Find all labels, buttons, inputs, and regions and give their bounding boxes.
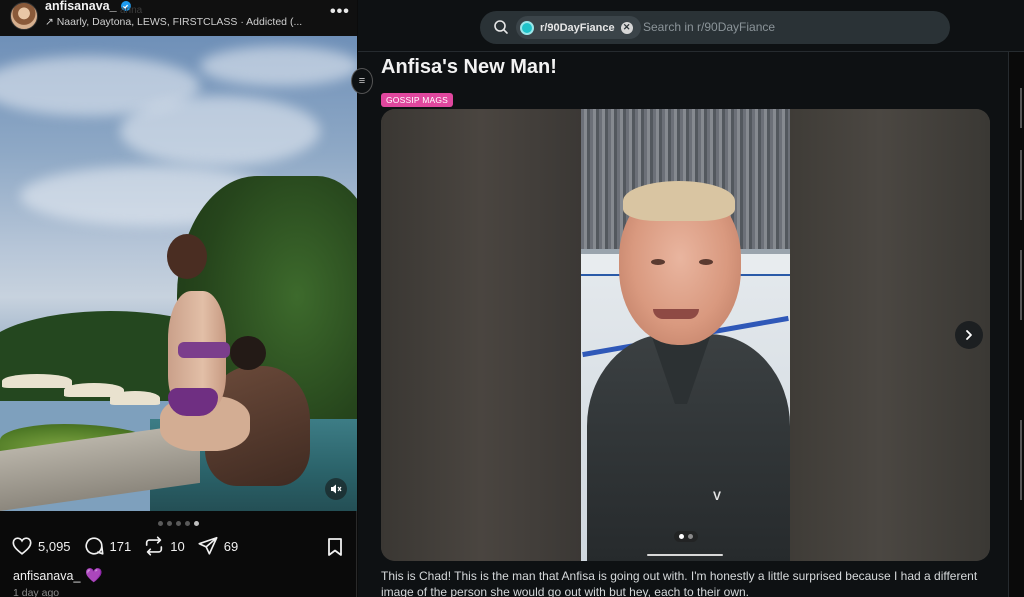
carousel-dot xyxy=(176,521,181,526)
username[interactable]: anfisanava_ xyxy=(45,0,117,13)
carousel-dot-active xyxy=(194,521,199,526)
blurred-background-left xyxy=(381,109,581,561)
purple-heart-emoji: 💜 xyxy=(85,567,103,583)
image-gallery[interactable]: V xyxy=(381,109,990,561)
post-photo[interactable] xyxy=(0,36,357,511)
comment-button[interactable]: 171 xyxy=(83,535,132,557)
threads-post-panel: anfisanava_ arina ↗ Naarly, Daytona, LEW… xyxy=(0,0,357,597)
community-name: r/90DayFiance xyxy=(540,21,615,34)
action-bar: 5,095 171 10 69 xyxy=(11,535,250,557)
chevron-right-icon xyxy=(966,330,972,340)
carousel-indicator xyxy=(158,521,199,526)
carousel-dot xyxy=(185,521,190,526)
ghost-text: arina xyxy=(120,5,143,16)
search-input[interactable]: Search in r/90DayFiance xyxy=(643,20,775,34)
close-icon[interactable]: ✕ xyxy=(620,21,633,34)
gallery-dot-active xyxy=(679,534,684,539)
music-text: Naarly, Daytona, LEWS, FIRSTCLASS · Addi… xyxy=(56,16,303,28)
reddit-post-panel: r/90DayFiance ✕ Search in r/90DayFiance … xyxy=(351,0,1024,597)
share-count: 69 xyxy=(223,538,239,554)
arrow-up-right-icon: ↗ xyxy=(45,16,57,28)
username-row[interactable]: anfisanava_ xyxy=(45,0,131,13)
carousel-dot xyxy=(158,521,163,526)
edge-mark xyxy=(1020,250,1022,320)
caption: anfisanava_ 💜 xyxy=(13,567,103,584)
mute-icon[interactable] xyxy=(325,478,347,500)
search-icon xyxy=(494,20,508,34)
timestamp: 1 day ago xyxy=(13,587,60,597)
post-body: This is Chad! This is the man that Anfis… xyxy=(381,569,978,597)
carousel-dot xyxy=(167,521,172,526)
more-options-button[interactable]: ••• xyxy=(330,3,350,21)
bookmark-icon[interactable] xyxy=(325,537,345,557)
edge-mark xyxy=(1020,150,1022,220)
send-icon xyxy=(198,536,218,555)
community-chip[interactable]: r/90DayFiance ✕ xyxy=(516,16,641,39)
gallery-indicator xyxy=(674,531,698,542)
post-header: anfisanava_ arina ↗ Naarly, Daytona, LEW… xyxy=(0,0,357,36)
like-button[interactable]: 5,095 xyxy=(11,535,71,557)
edge-mark xyxy=(1020,88,1022,128)
repost-button[interactable]: 10 xyxy=(143,535,185,557)
music-attribution[interactable]: ↗ Naarly, Daytona, LEWS, FIRSTCLASS · Ad… xyxy=(45,16,302,28)
post-flair[interactable]: GOSSIP MAGS xyxy=(381,93,454,107)
next-image-button[interactable] xyxy=(955,321,983,349)
caption-username[interactable]: anfisanava_ xyxy=(13,569,80,583)
avatar[interactable] xyxy=(10,2,38,30)
right-sidebar-edge xyxy=(1008,52,1024,597)
menu-icon[interactable]: ≡ xyxy=(351,68,373,94)
gallery-dot xyxy=(688,534,693,539)
community-avatar-icon xyxy=(520,20,534,35)
top-bar: r/90DayFiance ✕ Search in r/90DayFiance xyxy=(358,0,1024,52)
gallery-scrubber xyxy=(647,554,723,556)
like-count: 5,095 xyxy=(38,538,71,554)
search-bar[interactable]: r/90DayFiance ✕ Search in r/90DayFiance xyxy=(480,11,950,44)
share-button[interactable]: 69 xyxy=(197,535,238,557)
jacket-logo: V xyxy=(713,489,722,503)
gallery-photo[interactable]: V xyxy=(581,109,790,561)
heart-icon xyxy=(12,537,32,555)
comment-count: 171 xyxy=(109,538,132,554)
comment-icon xyxy=(84,537,104,555)
edge-mark xyxy=(1020,420,1022,500)
repost-count: 10 xyxy=(170,538,185,554)
repost-icon xyxy=(146,536,163,556)
post-title[interactable]: Anfisa's New Man! xyxy=(381,56,557,79)
screen: anfisanava_ arina ↗ Naarly, Daytona, LEW… xyxy=(0,0,1024,597)
